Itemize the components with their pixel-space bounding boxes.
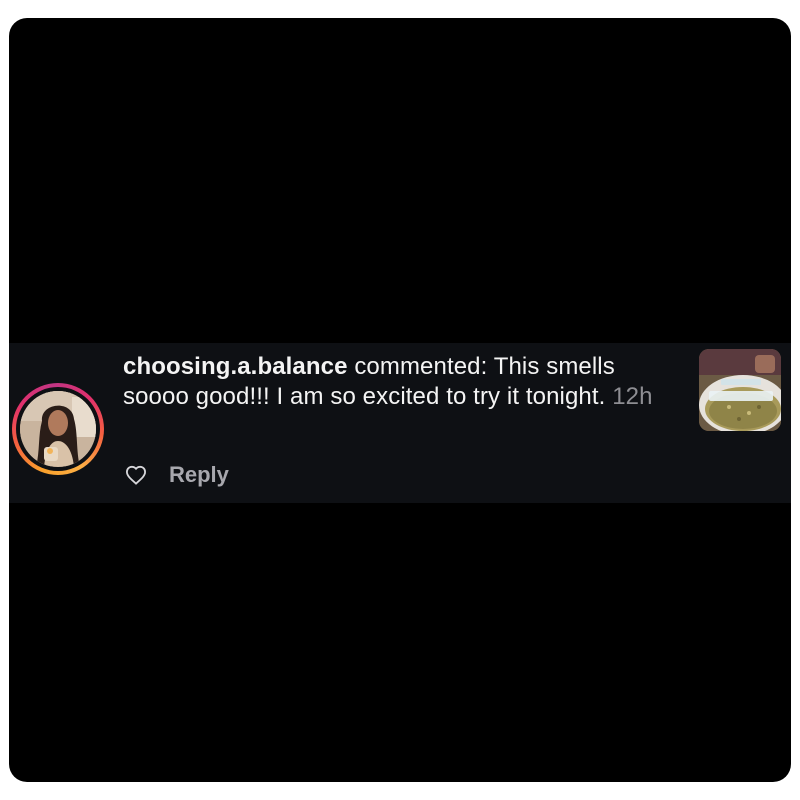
phone-screen: choosing.a.balance commented: This smell… bbox=[9, 18, 791, 782]
notification-text: choosing.a.balance commented: This smell… bbox=[123, 352, 683, 412]
action-text: commented: bbox=[354, 353, 488, 380]
avatar-photo bbox=[20, 391, 96, 467]
post-image bbox=[699, 349, 781, 431]
heart-outline-icon[interactable] bbox=[123, 463, 149, 487]
story-ring[interactable] bbox=[12, 383, 104, 475]
comment-actions: Reply bbox=[123, 460, 229, 490]
avatar[interactable] bbox=[20, 391, 96, 467]
reply-button[interactable]: Reply bbox=[169, 462, 229, 488]
comment-notification[interactable]: choosing.a.balance commented: This smell… bbox=[9, 343, 791, 503]
timestamp: 12h bbox=[612, 383, 653, 410]
username-link[interactable]: choosing.a.balance bbox=[123, 353, 348, 380]
post-thumbnail[interactable] bbox=[699, 349, 781, 431]
